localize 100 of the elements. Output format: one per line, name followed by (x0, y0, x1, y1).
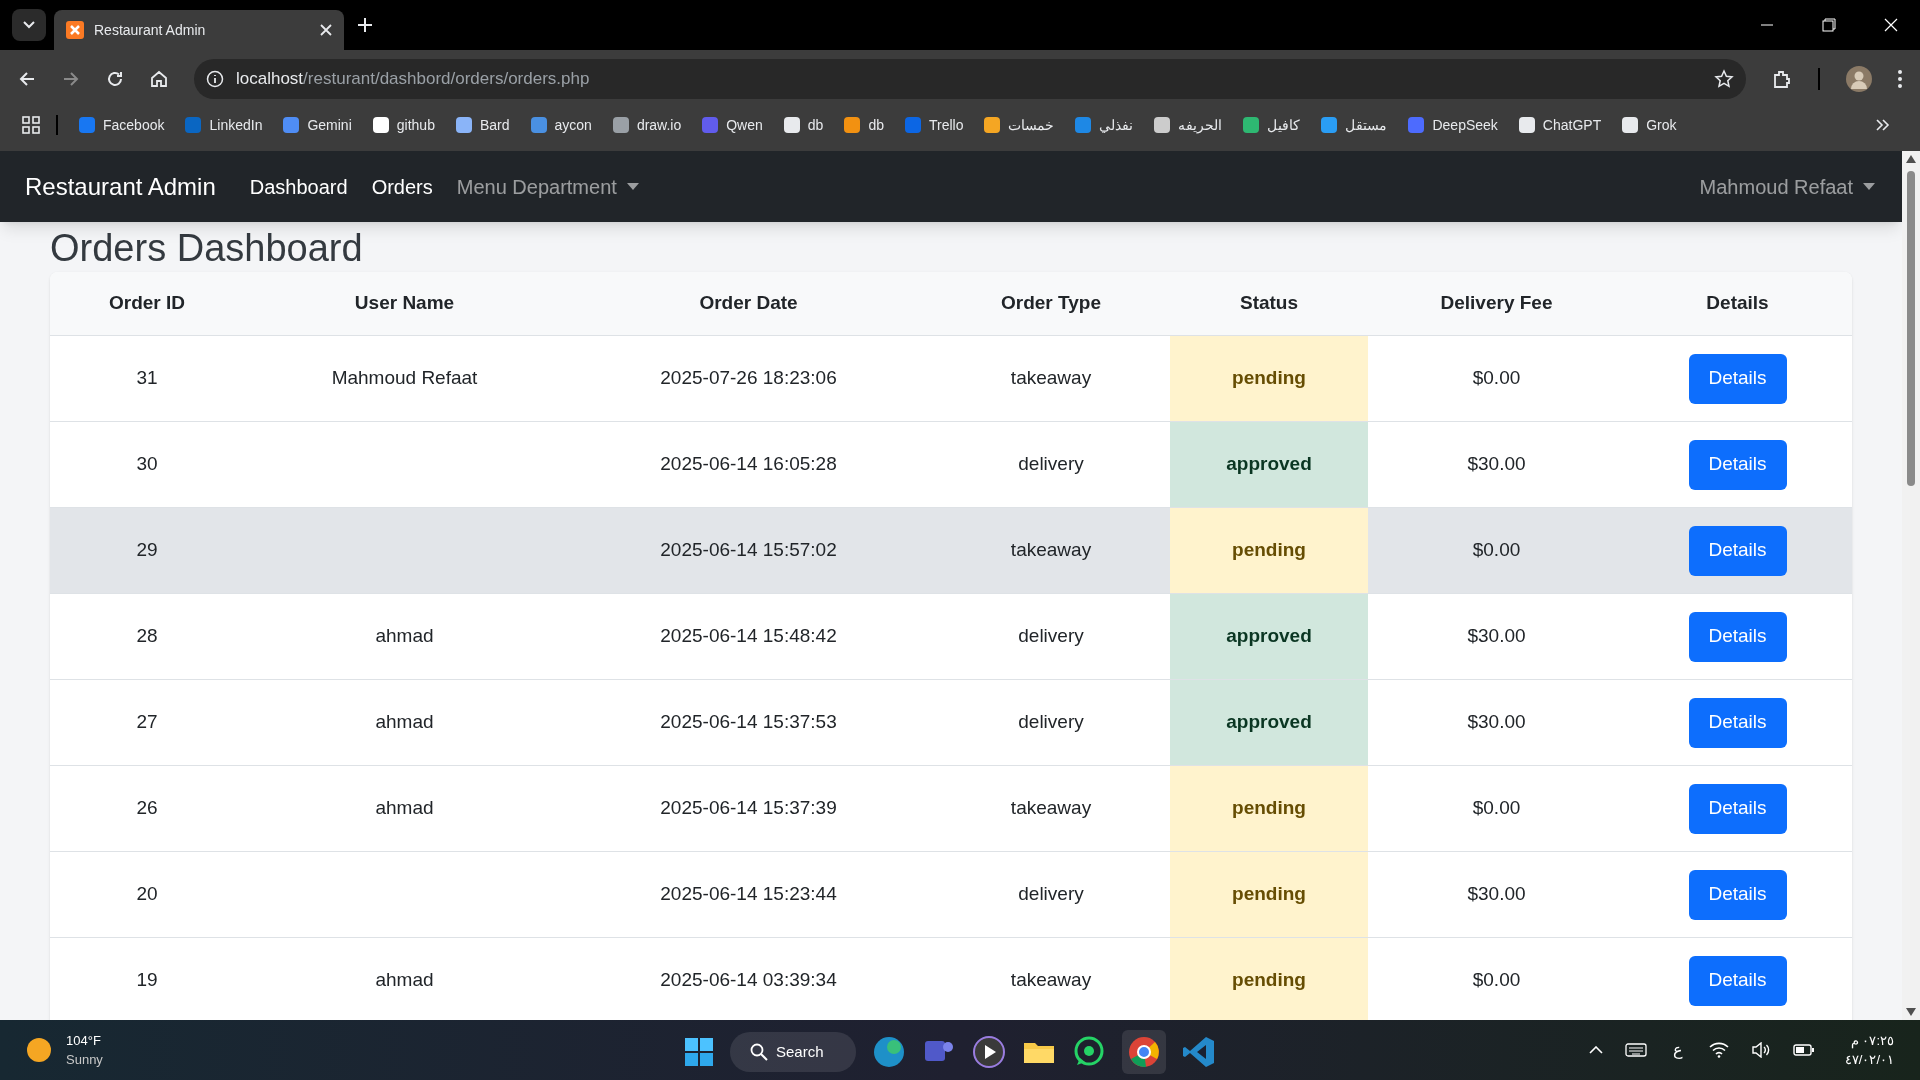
order-date: 2025-06-14 15:37:39 (660, 796, 837, 821)
user-menu[interactable]: Mahmoud Refaat (1699, 171, 1875, 202)
bookmark[interactable]: draw.io (605, 111, 688, 139)
apps-icon[interactable] (22, 116, 40, 134)
search-icon (750, 1043, 768, 1061)
info-icon[interactable] (206, 69, 224, 88)
bookmark[interactable]: DeepSeek (1401, 111, 1504, 139)
avatar-icon[interactable] (1846, 65, 1872, 92)
order-date: 2025-06-14 16:05:28 (660, 452, 837, 477)
order-id: 29 (136, 538, 158, 563)
battery-icon[interactable] (1792, 1044, 1815, 1056)
order-date: 2025-06-14 15:37:53 (660, 710, 837, 735)
order-date: 2025-06-14 15:48:42 (660, 624, 837, 649)
reload-icon[interactable] (106, 69, 124, 88)
sun-icon[interactable] (26, 1037, 52, 1063)
home-icon[interactable] (150, 69, 168, 88)
bookmark[interactable]: Bard (448, 111, 516, 139)
back-icon[interactable] (18, 69, 36, 88)
bookmark[interactable]: Trello (897, 111, 970, 139)
forward-icon[interactable] (62, 69, 80, 88)
order-type: takeaway (1010, 538, 1092, 563)
order-id: 19 (136, 968, 158, 993)
details-button[interactable]: Details (1688, 697, 1787, 748)
clock[interactable]: ٠٧:٢٥ م ٤٧/٠٢/٠١ (1844, 1031, 1894, 1069)
scrollbar[interactable] (1902, 151, 1920, 1020)
details-button[interactable]: Details (1688, 955, 1787, 1006)
column-header: Order Date (698, 291, 799, 316)
details-button[interactable]: Details (1688, 869, 1787, 920)
chevron-right-icon[interactable] (1876, 119, 1890, 131)
search-box[interactable]: Search (730, 1032, 856, 1072)
bookmark[interactable]: ChatGPT (1511, 111, 1608, 139)
chevron-down-icon (23, 21, 35, 29)
address-bar[interactable]: localhost/resturant/dashbord/orders/orders.php (194, 58, 1746, 99)
order-date: 2025-06-14 15:23:44 (660, 882, 837, 907)
details-button[interactable]: Details (1688, 525, 1787, 576)
column-header: Order Type (1000, 291, 1102, 316)
delivery-fee: $0.00 (1472, 796, 1521, 821)
code-editor-icon[interactable] (1182, 1035, 1216, 1069)
scrollbar-thumb[interactable] (1907, 171, 1915, 486)
nav-link[interactable]: Dashboard (249, 171, 348, 202)
order-id: 27 (136, 710, 158, 735)
delivery-fee: $0.00 (1472, 968, 1521, 993)
order-id: 31 (136, 366, 158, 391)
bookmark[interactable]: Grok (1615, 111, 1683, 139)
browser-icon[interactable] (872, 1035, 906, 1069)
bookmark[interactable]: github (365, 111, 441, 139)
tab-list-button[interactable] (12, 9, 46, 41)
temperature-text: 104°F (66, 1032, 102, 1050)
details-button[interactable]: Details (1688, 611, 1787, 662)
star-icon[interactable] (1714, 68, 1734, 89)
browser-tab[interactable]: Restaurant Admin (54, 10, 344, 50)
url-host: localhost (236, 68, 304, 88)
bookmark[interactable]: الحريفه (1147, 111, 1229, 139)
nav-dropdown[interactable]: Menu Department (456, 171, 639, 202)
bookmark[interactable]: LinkedIn (178, 111, 269, 139)
order-date: 2025-07-26 18:23:06 (660, 366, 837, 391)
volume-icon[interactable] (1750, 1042, 1771, 1058)
chevron-up-icon[interactable] (1588, 1046, 1603, 1054)
scroll-up-icon[interactable] (1906, 155, 1916, 163)
order-type: takeaway (1010, 796, 1092, 821)
bookmark[interactable]: مستقل (1314, 111, 1394, 139)
delivery-fee: $30.00 (1467, 452, 1526, 477)
tab-title: Restaurant Admin (94, 20, 207, 40)
close-icon[interactable] (320, 24, 332, 36)
bookmark[interactable]: Qwen (695, 111, 769, 139)
bookmark[interactable]: Gemini (276, 111, 358, 139)
order-id: 28 (136, 624, 158, 649)
bookmark[interactable]: db (837, 111, 890, 139)
order-type: delivery (1018, 452, 1084, 477)
more-icon[interactable] (1898, 69, 1902, 88)
delivery-fee: $0.00 (1472, 366, 1521, 391)
order-type: delivery (1018, 710, 1084, 735)
language-indicator[interactable]: ع (1672, 1038, 1683, 1062)
extensions-icon[interactable] (1772, 68, 1792, 89)
order-type: delivery (1018, 624, 1084, 649)
wifi-icon[interactable] (1708, 1042, 1729, 1058)
start-icon[interactable] (684, 1037, 714, 1067)
details-button[interactable]: Details (1688, 353, 1787, 404)
details-button[interactable]: Details (1688, 439, 1787, 490)
media-player-icon[interactable] (972, 1035, 1006, 1069)
bookmark[interactable]: كافيل (1236, 111, 1307, 139)
bookmark[interactable]: Facebook (72, 111, 171, 139)
scroll-down-icon[interactable] (1906, 1008, 1916, 1016)
restore-icon[interactable] (1822, 18, 1836, 32)
bookmark[interactable]: aycon (523, 111, 598, 139)
details-button[interactable]: Details (1688, 783, 1787, 834)
app-logo-icon (66, 21, 84, 39)
order-type: delivery (1018, 882, 1084, 907)
keyboard-icon[interactable] (1624, 1043, 1647, 1057)
nav-link[interactable]: Orders (371, 171, 433, 202)
status-cell: approved (1170, 594, 1368, 679)
new-tab-icon[interactable] (358, 18, 372, 32)
delivery-fee: $30.00 (1467, 710, 1526, 735)
bookmark[interactable]: خمسات (977, 111, 1061, 139)
url-path: /resturant/dashbord/orders/orders.php (303, 68, 590, 88)
order-type: takeaway (1010, 366, 1092, 391)
bookmark[interactable]: نفذلي (1068, 111, 1140, 139)
bookmark[interactable]: db (776, 111, 830, 139)
brand-title[interactable]: Restaurant Admin (25, 168, 216, 205)
user-name: Mahmoud Refaat (331, 366, 478, 391)
